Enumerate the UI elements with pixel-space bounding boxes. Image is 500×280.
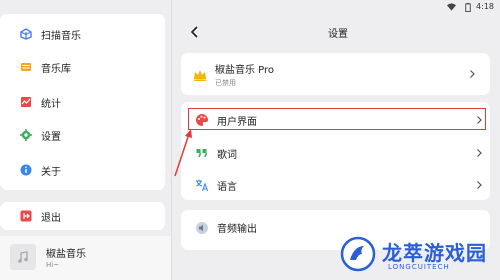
sidebar-item-label: 扫描音乐 (41, 30, 81, 42)
now-playing-subtitle: Hi~ (46, 261, 60, 269)
pro-card[interactable]: 椒盐音乐 Pro 已禁用 (181, 53, 490, 95)
watermark-title: 龙萃游戏园 (382, 241, 487, 265)
sidebar-item-label: 统计 (41, 98, 61, 110)
music-library-icon (20, 61, 32, 73)
exit-icon (20, 210, 32, 222)
exit-label: 退出 (41, 212, 61, 224)
language-label: 语言 (217, 181, 237, 193)
audio-output-label: 音频输出 (217, 224, 257, 235)
statistics-icon (20, 96, 32, 108)
lyrics-label: 歌词 (217, 149, 237, 161)
sidebar-item-about[interactable]: 关于 (20, 160, 61, 180)
settings-gear-icon (20, 129, 32, 141)
language-item[interactable]: 语言 (195, 177, 485, 193)
translate-icon (195, 178, 209, 192)
wifi-icon (447, 3, 456, 11)
now-playing-bar[interactable]: 椒盐音乐 Hi~ (0, 236, 172, 280)
album-art (10, 244, 36, 270)
sidebar-item-scan-music[interactable]: 扫描音乐 (20, 24, 81, 44)
watermark: 龙萃游戏园 LONGCUITECH (340, 230, 500, 280)
watermark-subtitle: LONGCUITECH (388, 263, 450, 271)
info-icon (20, 164, 32, 176)
watermark-logo (340, 236, 376, 272)
chevron-right-icon (477, 181, 482, 189)
page-title: 设置 (328, 29, 348, 40)
sidebar-item-label: 关于 (41, 166, 61, 178)
battery-icon (465, 3, 471, 12)
crown-icon (193, 68, 207, 82)
sidebar-item-label: 设置 (41, 131, 61, 143)
lyrics-item[interactable]: 歌词 (195, 145, 485, 161)
sidebar-nav: 扫描音乐 音乐库 统计 设置 关于 (0, 14, 165, 190)
now-playing-title: 椒盐音乐 (46, 249, 86, 260)
sidebar-item-settings[interactable]: 设置 (20, 125, 61, 145)
sidebar-item-label: 音乐库 (41, 63, 71, 75)
sidebar-item-music-library[interactable]: 音乐库 (20, 57, 71, 77)
chevron-right-icon (477, 149, 482, 157)
pro-label: 椒盐音乐 Pro (215, 65, 275, 76)
highlight-box (188, 108, 486, 130)
music-note-icon (18, 251, 28, 263)
quote-icon (195, 146, 209, 160)
back-arrow-icon[interactable] (188, 24, 202, 40)
exit-card: 退出 (0, 202, 165, 230)
pro-status: 已禁用 (215, 79, 236, 87)
scan-music-icon (20, 28, 32, 40)
chevron-right-icon (470, 70, 475, 78)
sidebar-item-statistics[interactable]: 统计 (20, 92, 61, 112)
audio-output-item[interactable]: 音频输出 (195, 220, 257, 235)
status-bar: 4:18 (0, 0, 500, 14)
status-time: 4:18 (476, 2, 494, 11)
speaker-icon (195, 221, 209, 235)
exit-button[interactable]: 退出 (20, 206, 61, 226)
annotation-arrow (174, 129, 192, 177)
